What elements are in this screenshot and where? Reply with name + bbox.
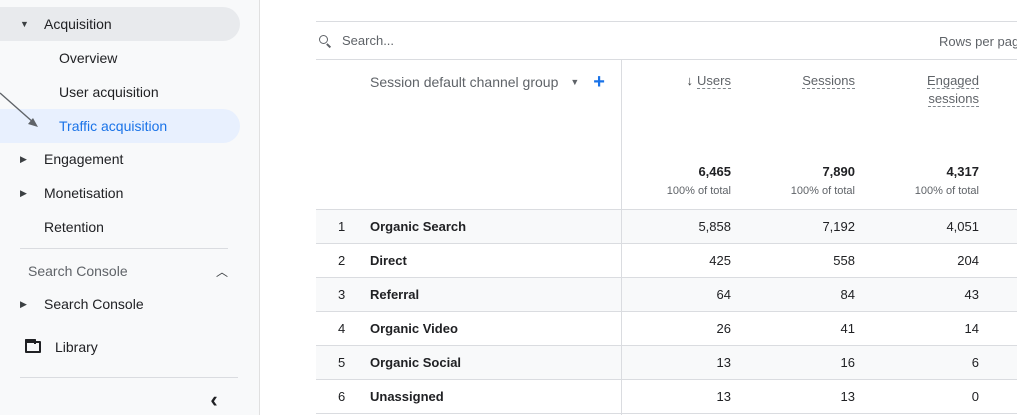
table-row[interactable]: 3 Referral 64 84 43 <box>316 278 1017 312</box>
row-engaged-sessions: 14 <box>964 321 979 336</box>
nav-library[interactable]: Library <box>0 330 240 364</box>
row-sessions: 13 <box>840 389 855 404</box>
total-sessions: 7,890 100% of total <box>791 164 855 197</box>
row-index: 5 <box>338 355 346 370</box>
report-table: Rows per page Session default channel gr… <box>316 0 1017 415</box>
row-sessions: 84 <box>840 287 855 302</box>
metric-header-sessions[interactable]: Sessions <box>802 72 855 90</box>
caret-down-icon: ▼ <box>20 19 29 29</box>
row-users: 26 <box>716 321 731 336</box>
row-engaged-sessions: 0 <box>971 389 979 404</box>
rows-per-page-label[interactable]: Rows per page <box>939 34 1017 49</box>
total-value: 7,890 <box>822 164 855 179</box>
metric-header-label: Sessions <box>802 73 855 89</box>
row-channel: Referral <box>370 287 420 302</box>
search-bar: Rows per page <box>316 22 1017 60</box>
chevron-up-icon: ︿ <box>215 264 228 279</box>
row-sessions: 7,192 <box>822 219 855 234</box>
row-channel: Organic Video <box>370 321 458 336</box>
nav-user-acquisition-label: User acquisition <box>59 84 159 100</box>
total-engaged-sessions: 4,317 100% of total <box>915 164 979 197</box>
nav-library-label: Library <box>55 339 98 355</box>
section-search-console-label: Search Console <box>28 263 128 279</box>
nav-engagement[interactable]: ▶ Engagement <box>0 142 240 176</box>
collapse-sidebar-button[interactable]: ‹ <box>204 389 224 412</box>
total-users: 6,465 100% of total <box>667 164 731 197</box>
row-index: 4 <box>338 321 346 336</box>
total-percent: 100% of total <box>790 185 855 197</box>
dimension-header[interactable]: Session default channel group ▼ + <box>370 72 605 92</box>
table-row[interactable]: 6 Unassigned 13 13 0 <box>316 380 1017 414</box>
row-users: 13 <box>716 355 731 370</box>
row-sessions: 16 <box>840 355 855 370</box>
metric-header-label: Users <box>697 73 731 89</box>
total-value: 4,317 <box>946 164 979 179</box>
dropdown-caret-icon[interactable]: ▼ <box>570 77 579 87</box>
sidebar: ▼ Acquisition Overview User acquisition … <box>0 0 260 415</box>
nav-search-console-label: Search Console <box>44 296 144 312</box>
row-users: 64 <box>716 287 731 302</box>
row-engaged-sessions: 204 <box>957 253 979 268</box>
dimension-header-label: Session default channel group <box>370 74 559 90</box>
row-sessions: 558 <box>833 253 855 268</box>
row-users: 5,858 <box>698 219 731 234</box>
nav-search-console[interactable]: ▶ Search Console <box>0 287 240 321</box>
total-percent: 100% of total <box>666 185 731 197</box>
row-channel: Unassigned <box>370 389 444 404</box>
nav-acquisition-label: Acquisition <box>44 16 112 32</box>
caret-right-icon: ▶ <box>20 298 27 309</box>
total-percent: 100% of total <box>914 185 979 197</box>
search-icon <box>318 34 332 48</box>
divider <box>20 377 238 378</box>
table-row[interactable]: 5 Organic Social 13 16 6 <box>316 346 1017 380</box>
row-engaged-sessions: 4,051 <box>946 219 979 234</box>
row-channel: Direct <box>370 253 407 268</box>
caret-right-icon: ▶ <box>20 153 27 164</box>
nav-overview-label: Overview <box>59 50 118 66</box>
plus-icon[interactable]: + <box>593 72 605 92</box>
nav-acquisition[interactable]: ▼ Acquisition <box>0 7 240 41</box>
table-row[interactable]: 4 Organic Video 26 41 14 <box>316 312 1017 346</box>
folder-icon <box>25 339 41 353</box>
metric-header-label-line2: sessions <box>928 91 979 107</box>
table-row[interactable]: 2 Direct 425 558 204 <box>316 244 1017 278</box>
row-users: 13 <box>716 389 731 404</box>
row-users: 425 <box>709 253 731 268</box>
search-input[interactable] <box>342 33 642 48</box>
divider <box>20 248 228 249</box>
row-index: 3 <box>338 287 346 302</box>
nav-monetisation[interactable]: ▶ Monetisation <box>0 176 240 210</box>
nav-retention-label: Retention <box>44 219 104 235</box>
row-sessions: 41 <box>840 321 855 336</box>
table-row[interactable]: 1 Organic Search 5,858 7,192 4,051 <box>316 210 1017 244</box>
metric-header-engaged-sessions[interactable]: Engaged sessions <box>926 72 979 108</box>
metric-header-users[interactable]: ↓ Users <box>687 72 731 90</box>
table-header: Session default channel group ▼ + ↓ Users… <box>316 60 1017 210</box>
column-divider <box>621 60 622 415</box>
arrow-pointer-icon <box>0 92 38 127</box>
row-index: 1 <box>338 219 346 234</box>
nav-traffic-acquisition-label: Traffic acquisition <box>59 118 168 134</box>
row-channel: Organic Social <box>370 355 462 370</box>
row-engaged-sessions: 43 <box>964 287 979 302</box>
row-index: 2 <box>338 253 346 268</box>
arrow-down-icon: ↓ <box>686 73 694 88</box>
nav-overview[interactable]: Overview <box>0 41 240 75</box>
metric-header-label: Engaged <box>926 73 979 89</box>
row-channel: Organic Search <box>370 219 467 234</box>
nav-retention[interactable]: Retention <box>0 210 240 244</box>
caret-right-icon: ▶ <box>20 187 27 198</box>
section-search-console[interactable]: Search Console ︿ <box>28 259 228 283</box>
nav-monetisation-label: Monetisation <box>44 185 124 201</box>
row-index: 6 <box>338 389 346 404</box>
row-engaged-sessions: 6 <box>971 355 979 370</box>
nav-engagement-label: Engagement <box>44 151 124 167</box>
total-value: 6,465 <box>698 164 731 179</box>
